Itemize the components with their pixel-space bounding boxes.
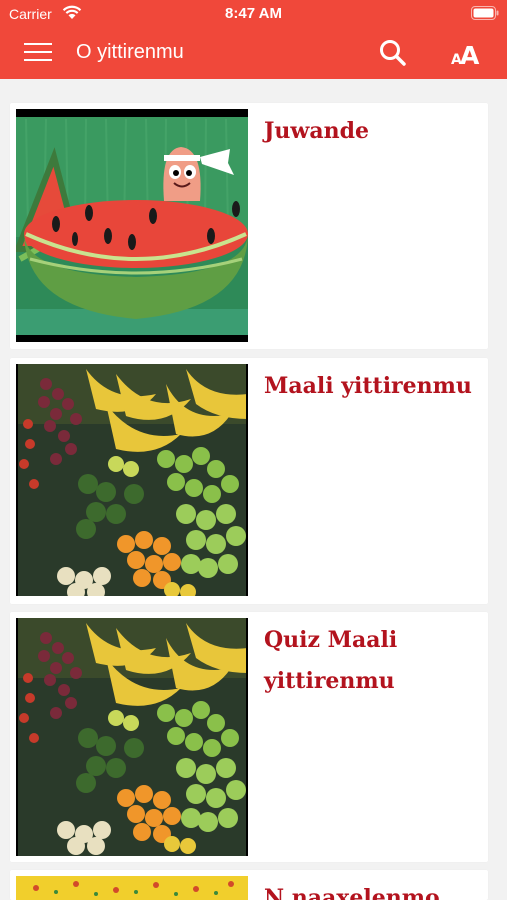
- list-item[interactable]: Quiz Maali yittirenmu: [10, 612, 488, 862]
- item-title: N naaxelenmo: [264, 885, 440, 900]
- hamburger-menu-icon[interactable]: [20, 36, 56, 68]
- watermelon-thumbnail: [16, 109, 248, 342]
- fruit-market-thumbnail: [16, 618, 248, 856]
- list-item[interactable]: N naaxelenmo: [10, 870, 488, 900]
- fruit-market-thumbnail: [16, 364, 248, 596]
- status-bar: Carrier 8:47 AM: [0, 0, 507, 28]
- battery-icon: [471, 6, 499, 24]
- status-time: 8:47 AM: [225, 5, 282, 22]
- item-title: Quiz Maali yittirenmu: [264, 627, 398, 694]
- item-title: Maali yittirenmu: [264, 373, 472, 399]
- page-title: O yittirenmu: [76, 41, 184, 63]
- floral-pattern-thumbnail: [16, 876, 248, 900]
- item-title: Juwande: [264, 118, 369, 144]
- svg-text:A: A: [460, 41, 480, 70]
- list-item[interactable]: Maali yittirenmu: [10, 358, 488, 604]
- list-item[interactable]: Juwande: [10, 103, 488, 349]
- app-header: Carrier 8:47 AM O yittirenmu AA: [0, 0, 507, 79]
- search-icon[interactable]: [376, 36, 410, 70]
- navigation-bar: O yittirenmu AA: [0, 30, 507, 76]
- font-size-icon[interactable]: AA: [446, 34, 486, 72]
